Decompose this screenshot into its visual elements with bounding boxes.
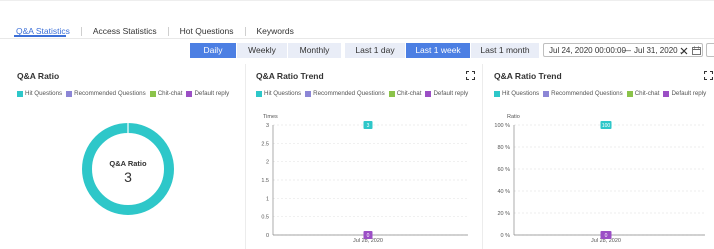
date-range-separator: — [623, 46, 631, 55]
y-tick-label: 2 [266, 160, 269, 166]
data-label: 100 [602, 123, 611, 129]
trend-percent-chart: Ratio0 %20 %40 %60 %80 %100 %Jul 28, 202… [494, 114, 705, 244]
y-tick-label: 0.5 [261, 215, 269, 221]
tab-keywords[interactable]: Keywords [255, 25, 296, 37]
tab-separator [167, 26, 169, 36]
qa-ratio-trend-panel: Q&A Ratio Trend Hit Questions Recommende… [246, 64, 482, 249]
monthly-button[interactable]: Monthly [288, 43, 341, 58]
tab-separator [80, 26, 82, 36]
date-range-start: Jul 24, 2020 00:00:00 [549, 46, 626, 55]
y-tick-label: 1.5 [261, 178, 269, 184]
clear-icon[interactable] [680, 47, 688, 55]
y-axis-label: Ratio [507, 114, 520, 120]
active-tab-indicator [14, 35, 66, 37]
data-label: 0 [367, 233, 370, 239]
last-1-day-button[interactable]: Last 1 day [345, 43, 406, 58]
y-tick-label: 40 % [497, 189, 510, 195]
granularity-selector: Daily Weekly Monthly [190, 43, 341, 58]
tab-hot-questions[interactable]: Hot Questions [178, 25, 236, 37]
qa-ratio-panel: Q&A Ratio Hit Questions Recommended Ques… [0, 64, 245, 249]
date-range-picker[interactable]: Jul 24, 2020 00:00:00 — Jul 31, 2020 ... [543, 43, 703, 57]
weekly-button[interactable]: Weekly [237, 43, 288, 58]
y-tick-label: 0 % [501, 233, 511, 239]
refresh-button[interactable] [706, 43, 714, 57]
period-selector: Last 1 day Last 1 week Last 1 month [345, 43, 539, 58]
y-tick-label: 2.5 [261, 141, 269, 147]
top-border [0, 0, 714, 1]
calendar-icon[interactable] [692, 46, 701, 55]
y-tick-label: 3 [266, 123, 269, 129]
y-tick-label: 1 [266, 196, 269, 202]
daily-button[interactable]: Daily [190, 43, 237, 58]
data-label: 3 [367, 123, 370, 129]
y-tick-label: 60 % [497, 167, 510, 173]
y-tick-label: 80 % [497, 145, 510, 151]
y-tick-label: 20 % [497, 211, 510, 217]
donut-center-value: 3 [124, 169, 132, 185]
last-1-month-button[interactable]: Last 1 month [471, 43, 539, 58]
data-label: 0 [605, 233, 608, 239]
y-tick-label: 100 % [494, 123, 510, 129]
qa-ratio-trend-percent-panel: Q&A Ratio Trend Hit Questions Recommende… [483, 64, 714, 249]
tab-access-statistics[interactable]: Access Statistics [91, 25, 159, 37]
date-range-end: Jul 31, 2020 ... [634, 46, 687, 55]
qa-ratio-donut-chart: Q&A Ratio 3 [82, 123, 174, 215]
y-tick-label: 0 [266, 233, 269, 239]
tab-separator [244, 26, 246, 36]
y-axis-label: Times [263, 114, 278, 120]
donut-center-label: Q&A Ratio [109, 159, 147, 168]
last-1-week-button[interactable]: Last 1 week [406, 43, 471, 58]
tabs-divider [0, 38, 714, 39]
trend-times-chart: Times00.511.522.53Jul 28, 202030 [261, 114, 468, 244]
